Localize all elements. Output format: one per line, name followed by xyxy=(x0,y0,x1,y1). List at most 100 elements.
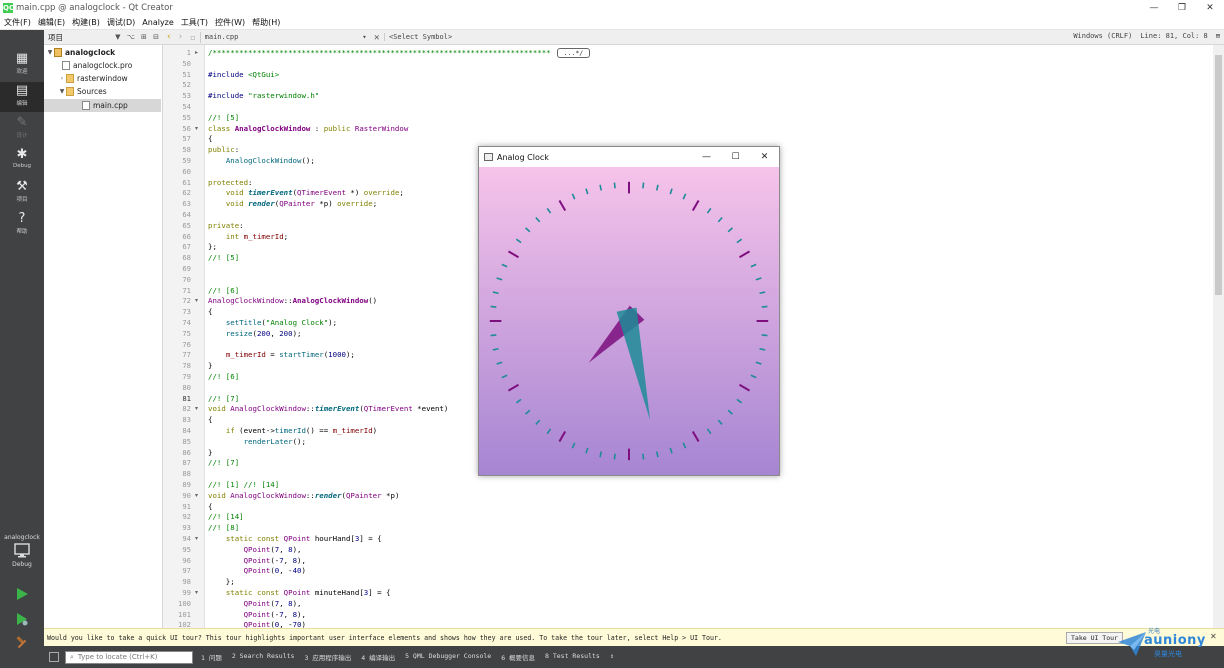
mode-welcome[interactable]: ▦ 欢迎 xyxy=(0,50,44,80)
mode-debug[interactable]: ✱ Debug xyxy=(0,146,44,176)
code-line: void AnalogClockWindow::timerEvent(QTime… xyxy=(208,404,449,414)
code-line: class AnalogClockWindow : public RasterW… xyxy=(208,123,409,133)
fold-marker-icon[interactable]: ▾ xyxy=(195,492,198,499)
menu-edit[interactable]: 编辑(E) xyxy=(38,17,65,28)
line-ending-combo[interactable]: Windows (CRLF) xyxy=(1073,32,1132,40)
menu-tools[interactable]: 工具(T) xyxy=(181,17,208,28)
build-button[interactable] xyxy=(12,636,32,654)
line-number: 98 xyxy=(182,577,191,587)
close-document-icon[interactable]: ✕ xyxy=(374,33,380,42)
menu-bar: 文件(F) 编辑(E) 构建(B) 调试(D) Analyze 工具(T) 控件… xyxy=(0,15,1224,30)
scrollbar-thumb[interactable] xyxy=(1215,55,1222,295)
code-line: #include <QtGui> xyxy=(208,69,280,79)
pane-general-messages[interactable]: 6 概要信息 xyxy=(501,652,535,662)
line-number: 57 xyxy=(182,134,191,144)
tree-item-rasterwindow[interactable]: › rasterwindow xyxy=(44,72,163,85)
maximize-button[interactable]: ❐ xyxy=(1168,0,1196,15)
tree-item-analogclock[interactable]: ▼ analogclock xyxy=(44,46,163,59)
code-line: #include "rasterwindow.h" xyxy=(208,91,320,101)
menu-file[interactable]: 文件(F) xyxy=(4,17,31,28)
mode-label: 帮助 xyxy=(16,229,28,235)
line-number: 89 xyxy=(182,480,191,489)
minute-tick xyxy=(642,182,645,189)
clock-close-button[interactable]: ✕ xyxy=(750,147,779,167)
cursor-position[interactable]: Line: 81, Col: 8 xyxy=(1140,32,1207,40)
symbol-combo[interactable]: <Select Symbol> xyxy=(383,33,452,41)
pane-application-output[interactable]: 3 应用程序输出 xyxy=(304,652,351,662)
project-view-combo[interactable]: 项目 xyxy=(48,32,63,43)
clock-face xyxy=(479,167,779,475)
line-number-gutter: 1 ▸ 50 51 52 53 54 55 56 ▾ 57 58 59 60 61 62 63 64 65 66 67 6… xyxy=(163,45,205,629)
minute-tick xyxy=(490,334,497,337)
open-file-name: main.cpp xyxy=(204,33,239,41)
menu-help[interactable]: 帮助(H) xyxy=(252,17,280,28)
kit-selector[interactable]: analogclock Debug xyxy=(0,534,44,568)
editor-scrollbar[interactable] xyxy=(1213,45,1224,628)
kit-project-name: analogclock xyxy=(4,534,40,541)
expand-arrow-icon[interactable]: ▼ xyxy=(46,49,54,56)
pane-search-results[interactable]: 2 Search Results xyxy=(232,652,295,662)
expand-arrow-icon[interactable]: › xyxy=(58,75,66,82)
minute-tick xyxy=(613,453,616,460)
menu-build[interactable]: 构建(B) xyxy=(72,17,100,28)
pane-issues[interactable]: 1 问题 xyxy=(201,652,222,662)
pane-test-results[interactable]: 8 Test Results xyxy=(545,652,600,662)
fold-marker-icon[interactable]: ▾ xyxy=(195,589,198,596)
project-toolbar-icons[interactable]: ▼ ⌥ ⊞ ⊟ xyxy=(115,33,163,41)
line-number: 54 xyxy=(182,102,191,111)
wrench-icon: ⚒ xyxy=(16,179,28,194)
tree-item-main-cpp[interactable]: main.cpp xyxy=(44,99,161,112)
take-ui-tour-button[interactable]: Take UI Tour xyxy=(1066,632,1123,644)
menu-analyze[interactable]: Analyze xyxy=(142,18,174,27)
close-button[interactable]: ✕ xyxy=(1196,0,1224,15)
fold-marker-icon[interactable]: ▾ xyxy=(195,297,198,304)
code-line: QPoint(-7, 8), xyxy=(243,609,306,619)
mode-design[interactable]: ✎ 设计 xyxy=(0,114,44,144)
tree-item-label: main.cpp xyxy=(93,101,128,110)
fold-marker-icon[interactable]: ▾ xyxy=(195,405,198,412)
ui-tour-infobar: Would you like to take a quick UI tour? … xyxy=(44,628,1224,646)
minimize-button[interactable]: — xyxy=(1140,0,1168,15)
code-line: //! [5] xyxy=(208,112,240,122)
analog-clock-window[interactable]: Analog Clock — ☐ ✕ xyxy=(478,146,780,476)
debug-run-button[interactable] xyxy=(12,612,32,630)
pane-compile-output[interactable]: 4 编译输出 xyxy=(361,652,395,662)
mode-edit[interactable]: ▤ 编辑 xyxy=(0,82,44,112)
code-line: //! [6] xyxy=(208,372,240,381)
forward-arrow-icon[interactable]: › xyxy=(179,32,183,42)
open-file-combo[interactable]: main.cpp ▾ xyxy=(199,31,370,43)
fold-marker-icon[interactable]: ▸ xyxy=(195,49,198,56)
tree-item-pro-file[interactable]: analogclock.pro xyxy=(44,59,163,72)
menu-controls[interactable]: 控件(W) xyxy=(215,17,245,28)
back-arrow-icon[interactable]: ‹ xyxy=(167,32,171,42)
mode-label: 欢迎 xyxy=(16,69,28,75)
watermark-brand: auniony xyxy=(1144,633,1206,648)
tree-item-sources[interactable]: ▼ Sources xyxy=(44,85,163,98)
locator-input[interactable]: ⌕ Type to locate (Ctrl+K) xyxy=(65,650,193,664)
code-line: static const QPoint hourHand[3] = { xyxy=(225,534,382,543)
clock-maximize-button[interactable]: ☐ xyxy=(721,147,750,167)
code-line: int m_timerId; xyxy=(225,231,289,241)
fold-marker-icon[interactable]: ▾ xyxy=(195,535,198,542)
split-editor-icon[interactable]: ⊞ xyxy=(1216,32,1220,40)
code-line: } xyxy=(208,361,213,371)
code-line: if (event->timerId() == m_timerId) xyxy=(225,426,378,435)
mode-help[interactable]: ? 帮助 xyxy=(0,210,44,240)
close-infobar-icon[interactable]: ✕ xyxy=(1210,632,1217,641)
line-number: 1 xyxy=(186,48,191,57)
code-line: static const QPoint minuteHand[3] = { xyxy=(225,588,391,597)
line-number: 85 xyxy=(182,436,191,446)
expand-arrow-icon[interactable]: ▼ xyxy=(58,88,66,95)
pane-qml-debugger[interactable]: 5 QML Debugger Console xyxy=(405,652,491,662)
qt-creator-icon: QC xyxy=(3,2,15,13)
run-button[interactable] xyxy=(12,587,32,605)
clock-window-titlebar[interactable]: Analog Clock — ☐ ✕ xyxy=(479,147,779,167)
toggle-sidebar-button[interactable] xyxy=(49,652,59,662)
menu-debug[interactable]: 调试(D) xyxy=(107,17,135,28)
pane-switch-icon[interactable]: ⇕ xyxy=(610,652,614,662)
fold-marker-icon[interactable]: ▾ xyxy=(195,125,198,132)
mode-projects[interactable]: ⚒ 项目 xyxy=(0,178,44,208)
clock-minimize-button[interactable]: — xyxy=(692,147,721,167)
line-number: 93 xyxy=(182,523,191,533)
line-number: 58 xyxy=(182,145,191,155)
